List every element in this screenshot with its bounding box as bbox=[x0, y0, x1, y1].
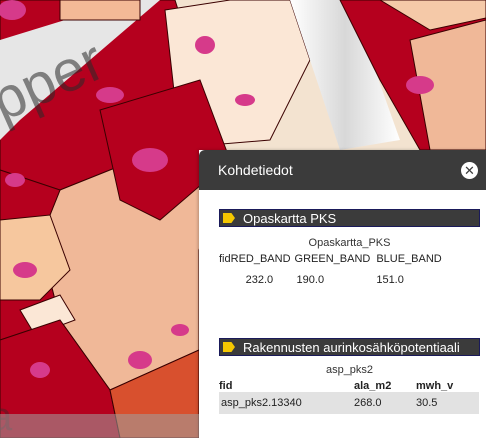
column-header: RED_BAND bbox=[230, 253, 291, 265]
column-header: fid bbox=[219, 253, 231, 265]
layer-header-aurinkosahko[interactable]: Rakennusten aurinkosähköpotentiaali bbox=[219, 338, 480, 356]
layer-marker-icon bbox=[223, 342, 235, 352]
bottom-overlay bbox=[0, 414, 199, 438]
feature-table-opaskartta: fid RED_BAND GREEN_BAND BLUE_BAND 232.0 … bbox=[219, 253, 442, 286]
panel-header: Kohdetiedot ✕ bbox=[199, 150, 486, 190]
table-row: asp_pks2.13340 268.0 30.5 bbox=[219, 392, 479, 414]
table-cell: 151.0 bbox=[376, 274, 404, 286]
layer-header-opaskartta[interactable]: Opaskartta PKS bbox=[219, 209, 480, 227]
column-header: ala_m2 bbox=[354, 380, 392, 392]
table-cell: 268.0 bbox=[354, 397, 382, 409]
panel-body: Opaskartta PKS Opaskartta_PKS fid RED_BA… bbox=[199, 190, 486, 414]
table-cell: 232.0 bbox=[245, 274, 274, 286]
column-header: GREEN_BAND bbox=[294, 253, 371, 265]
feature-table-aurinkosahko: fid ala_m2 mwh_v asp_pks2.13340 268.0 30… bbox=[219, 380, 479, 414]
layer-name: Rakennusten aurinkosähköpotentiaali bbox=[243, 339, 460, 355]
feature-info-panel: Kohdetiedot ✕ Opaskartta PKS Opaskartta_… bbox=[199, 150, 486, 438]
table-cell: 30.5 bbox=[416, 397, 438, 409]
column-header: mwh_v bbox=[416, 380, 454, 392]
layer-marker-icon bbox=[223, 213, 235, 223]
table-cell: 190.0 bbox=[296, 274, 325, 286]
layer-subtitle: Opaskartta_PKS bbox=[308, 237, 391, 249]
close-icon[interactable]: ✕ bbox=[461, 161, 478, 179]
column-header: fid bbox=[219, 380, 233, 392]
table-row: 232.0 190.0 151.0 bbox=[219, 265, 442, 286]
table-cell bbox=[219, 265, 231, 286]
table-cell: asp_pks2.13340 bbox=[221, 397, 302, 409]
building-polygon bbox=[59, 0, 141, 21]
table-header-row: fid ala_m2 mwh_v bbox=[219, 380, 479, 392]
panel-title: Kohdetiedot bbox=[218, 162, 293, 178]
column-header: BLUE_BAND bbox=[376, 253, 442, 265]
layer-subtitle: asp_pks2 bbox=[325, 364, 374, 376]
layer-name: Opaskartta PKS bbox=[243, 210, 337, 226]
table-header-row: fid RED_BAND GREEN_BAND BLUE_BAND bbox=[219, 253, 442, 265]
